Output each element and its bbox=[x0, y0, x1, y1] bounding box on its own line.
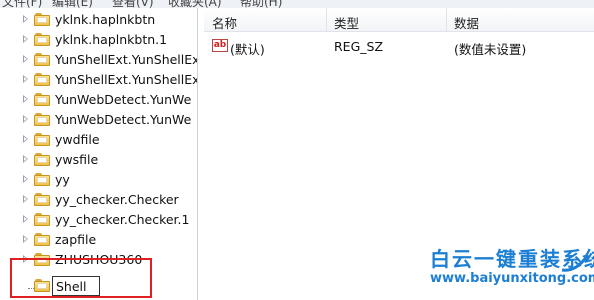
folder-icon bbox=[34, 33, 50, 47]
column-header-name[interactable]: 名称 bbox=[212, 13, 237, 32]
expand-arrow-icon[interactable] bbox=[22, 174, 30, 184]
folder-icon bbox=[34, 113, 50, 127]
expand-arrow-icon[interactable] bbox=[22, 14, 30, 24]
expand-arrow-icon[interactable] bbox=[22, 234, 30, 244]
tree-item[interactable]: yklnk.haplnkbtn.1 bbox=[0, 30, 197, 50]
expand-arrow-icon[interactable] bbox=[22, 54, 30, 64]
red-highlight-box bbox=[10, 258, 152, 298]
column-divider[interactable] bbox=[326, 8, 327, 32]
expand-arrow-icon[interactable] bbox=[22, 154, 30, 164]
tree-item-label: yy_checker.Checker bbox=[55, 192, 179, 207]
tree-item-label: zapfile bbox=[55, 232, 97, 247]
folder-icon bbox=[34, 193, 50, 207]
folder-icon bbox=[34, 93, 50, 107]
menu-favorites[interactable]: 收藏夹(A) bbox=[168, 0, 222, 8]
folder-icon bbox=[34, 73, 50, 87]
tree-item-label: YunShellExt.YunShellEx bbox=[55, 52, 198, 67]
tree-item-label: ywsfile bbox=[55, 152, 99, 167]
value-type: REG_SZ bbox=[334, 39, 384, 54]
expand-arrow-icon[interactable] bbox=[22, 94, 30, 104]
registry-tree[interactable]: yklnk.haplnkbtn yklnk.haplnkbtn.1 YunShell… bbox=[0, 8, 198, 300]
tree-item-label: ywdfile bbox=[55, 132, 100, 147]
tree-item[interactable]: yy bbox=[0, 170, 197, 190]
expand-arrow-icon[interactable] bbox=[22, 194, 30, 204]
tree-item-label: YunShellExt.YunShellEx bbox=[55, 72, 198, 87]
folder-icon bbox=[34, 173, 50, 187]
tree-item-label: YunWebDetect.YunWe bbox=[55, 112, 192, 127]
menu-view[interactable]: 查看(V) bbox=[112, 0, 154, 8]
tree-item[interactable]: yklnk.haplnkbtn bbox=[0, 10, 197, 30]
tree-item[interactable]: ywdfile bbox=[0, 130, 197, 150]
menu-help[interactable]: 帮助(H) bbox=[240, 0, 282, 8]
tree-item-label: yklnk.haplnkbtn.1 bbox=[55, 32, 168, 47]
column-header-type[interactable]: 类型 bbox=[334, 13, 359, 32]
value-data: (数值未设置) bbox=[454, 42, 527, 57]
column-header-bar: 名称 类型 数据 bbox=[204, 8, 594, 32]
expand-arrow-icon[interactable] bbox=[22, 134, 30, 144]
folder-icon bbox=[34, 133, 50, 147]
expand-arrow-icon[interactable] bbox=[22, 214, 30, 224]
folder-icon bbox=[34, 13, 50, 27]
string-value-icon: ab bbox=[212, 39, 228, 52]
tree-item[interactable]: zapfile bbox=[0, 230, 197, 250]
expand-arrow-icon[interactable] bbox=[22, 34, 30, 44]
tree-item[interactable]: YunWebDetect.YunWe bbox=[0, 90, 197, 110]
column-header-data[interactable]: 数据 bbox=[454, 13, 479, 32]
column-divider[interactable] bbox=[446, 8, 447, 32]
menu-bar: 文件(F) 编辑(E) 查看(V) 收藏夹(A) 帮助(H) bbox=[0, 0, 594, 8]
folder-icon bbox=[34, 213, 50, 227]
tree-item[interactable]: YunShellExt.YunShellEx bbox=[0, 50, 198, 70]
folder-icon bbox=[34, 153, 50, 167]
expand-arrow-icon[interactable] bbox=[22, 74, 30, 84]
folder-icon bbox=[34, 53, 50, 67]
expand-arrow-icon[interactable] bbox=[22, 114, 30, 124]
value-row-default[interactable]: ab (默认) REG_SZ (数值未设置) bbox=[204, 36, 594, 57]
folder-icon bbox=[34, 233, 50, 247]
tree-item-label: YunWebDetect.YunWe bbox=[55, 92, 192, 107]
tree-item[interactable]: yy_checker.Checker.1 bbox=[0, 210, 197, 230]
value-name: (默认) bbox=[230, 42, 265, 57]
watermark-swoosh-icon bbox=[561, 254, 589, 272]
tree-item[interactable]: ywsfile bbox=[0, 150, 197, 170]
tree-item[interactable]: YunShellExt.YunShellEx bbox=[0, 70, 198, 90]
tree-item-label: yklnk.haplnkbtn bbox=[55, 12, 156, 27]
tree-item-label: yy_checker.Checker.1 bbox=[55, 212, 190, 227]
menu-edit[interactable]: 编辑(E) bbox=[52, 0, 93, 8]
tree-item[interactable]: yy_checker.Checker bbox=[0, 190, 197, 210]
tree-item-label: yy bbox=[55, 172, 70, 187]
menu-file[interactable]: 文件(F) bbox=[2, 0, 42, 8]
tree-item[interactable]: YunWebDetect.YunWe bbox=[0, 110, 197, 130]
